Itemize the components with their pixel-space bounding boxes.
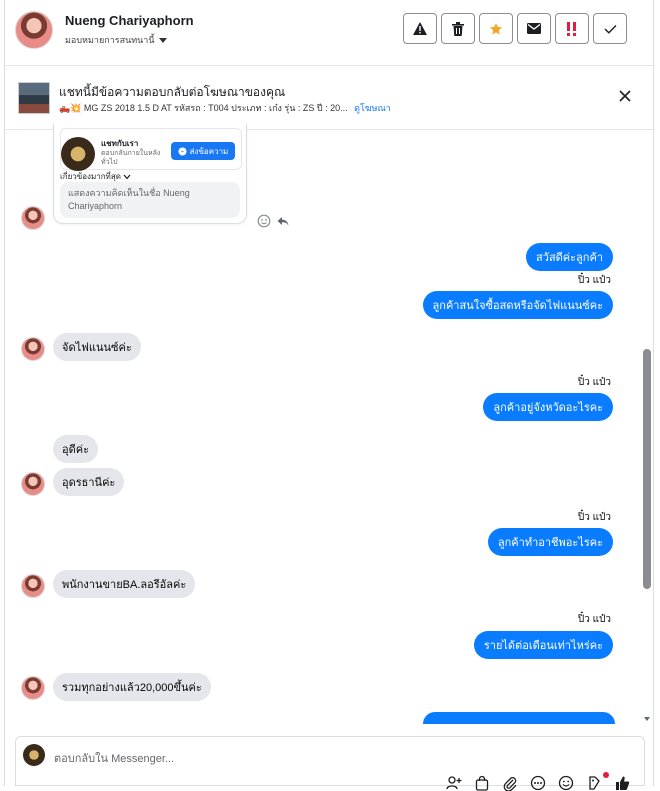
composer-toolbar [446,775,630,791]
messenger-icon [178,146,187,156]
conversation-panel: Nueng Chariyaphorn มอบหมายการสนทนานี้ แช… [4,0,655,791]
message-outgoing[interactable]: ลูกค้าสนใจซื้อสดหรือจัดไฟแนนซ์คะ [422,291,613,319]
urgent-icon [567,21,576,36]
message-outgoing[interactable]: ลูกค้าอยู่จังหวัดอะไรคะ [483,393,613,421]
ad-reply-card: แชทกับเรา ตอบกลับภายในหลัง ทั่วไป ส่งข้อ… [53,124,247,224]
trash-icon [452,21,464,36]
add-person-icon[interactable] [446,775,462,791]
report-button[interactable] [403,13,437,44]
scroll-down-arrow-icon[interactable] [644,717,650,721]
contact-avatar[interactable] [15,11,53,49]
star-icon [489,22,503,35]
ad-thumbnail[interactable] [18,82,50,114]
like-icon[interactable] [614,775,630,791]
scroll-thumb[interactable] [643,349,651,589]
message-sender: ปิ๋ว แป๋ว [577,512,611,523]
more-icon[interactable] [530,775,546,791]
message-outgoing[interactable]: สวัสดีค่ะลูกค้า [526,243,613,271]
ad-card-page: แชทกับเรา ตอบกลับภายในหลัง ทั่วไป ส่งข้อ… [60,128,242,171]
message-incoming[interactable]: อุดรธานีค่ะ [53,468,125,496]
message-incoming[interactable]: จัดไฟแนนซ์ค่ะ [53,333,141,361]
page-avatar [23,744,45,766]
ad-description: 🛻💥 MG ZS 2018 1.5 D AT รหัสรถ : T004 ประ… [59,103,348,113]
attachment-icon[interactable] [502,775,518,791]
delete-button[interactable] [441,13,475,44]
message-outgoing[interactable]: ลูกค้าทำอาชีพอะไรคะ [487,528,613,556]
reply-input[interactable]: ตอบกลับใน Messenger... [54,749,174,767]
message-sender: ปิ๋ว แป๋ว [577,275,611,286]
contact-name[interactable]: Nueng Chariyaphorn [65,13,194,28]
contact-avatar-small [21,206,45,230]
mail-icon [527,23,541,34]
label-icon[interactable] [586,775,602,791]
message-outgoing-partial[interactable] [423,712,615,724]
message-sender: ปิ๋ว แป๋ว [577,614,611,625]
close-icon[interactable] [617,88,633,104]
chevron-down-icon [123,174,131,179]
contact-avatar-small [21,676,45,700]
emoji-react-icon[interactable] [257,214,271,228]
notification-dot [603,772,609,778]
message-incoming[interactable]: อุดีค่ะ [53,435,99,463]
caret-down-icon [158,37,167,43]
reply-composer: ตอบกลับใน Messenger... [15,736,645,791]
emoji-icon[interactable] [558,775,574,791]
conversation-header: Nueng Chariyaphorn มอบหมายการสนทนานี้ [5,0,655,66]
message-outgoing[interactable]: รายได้ต่อเดือนเท่าไหร่คะ [473,631,613,659]
assign-conversation-dropdown[interactable]: มอบหมายการสนทนานี้ [65,33,167,47]
reply-icon[interactable] [276,214,290,228]
ad-reply-banner: แชทนี้มีข้อความตอบกลับต่อโฆษณาของคุณ 🛻💥 … [5,66,655,130]
star-button[interactable] [479,13,513,44]
header-actions [403,13,627,44]
send-message-label: ส่งข้อความ [189,146,229,156]
message-sender: ปิ๋ว แป๋ว [577,377,611,388]
view-ad-link[interactable]: ดูโฆษณา [354,103,391,113]
assign-label: มอบหมายการสนทนานี้ [65,35,155,45]
ad-banner-subtitle: 🛻💥 MG ZS 2018 1.5 D AT รหัสรถ : T004 ประ… [59,101,391,115]
message-incoming[interactable]: รวมทุกอย่างแล้ว20,000ขึ้นค่ะ [53,673,211,701]
mark-done-button[interactable] [593,13,627,44]
check-icon [604,24,616,34]
mark-unread-button[interactable] [517,13,551,44]
contact-avatar-small [21,574,45,598]
ad-banner-title: แชทนี้มีข้อความตอบกลับต่อโฆษณาของคุณ [59,85,286,99]
send-message-button[interactable]: ส่งข้อความ [171,142,235,160]
shopping-bag-icon[interactable] [474,775,490,791]
page-logo [61,137,95,171]
message-incoming[interactable]: พนักงานขายBA.ลอรีอัลค่ะ [53,570,196,598]
contact-avatar-small [21,472,45,496]
page-description: ตอบกลับภายในหลัง ทั่วไป [101,150,161,166]
comment-as-note[interactable]: แสดงความคิดเห็นในชื่อ Nueng Chariyaphorn [60,182,240,218]
message-scrollbar[interactable] [642,131,652,727]
urgent-button[interactable] [555,13,589,44]
warning-icon [413,22,427,35]
contact-avatar-small [21,337,45,361]
